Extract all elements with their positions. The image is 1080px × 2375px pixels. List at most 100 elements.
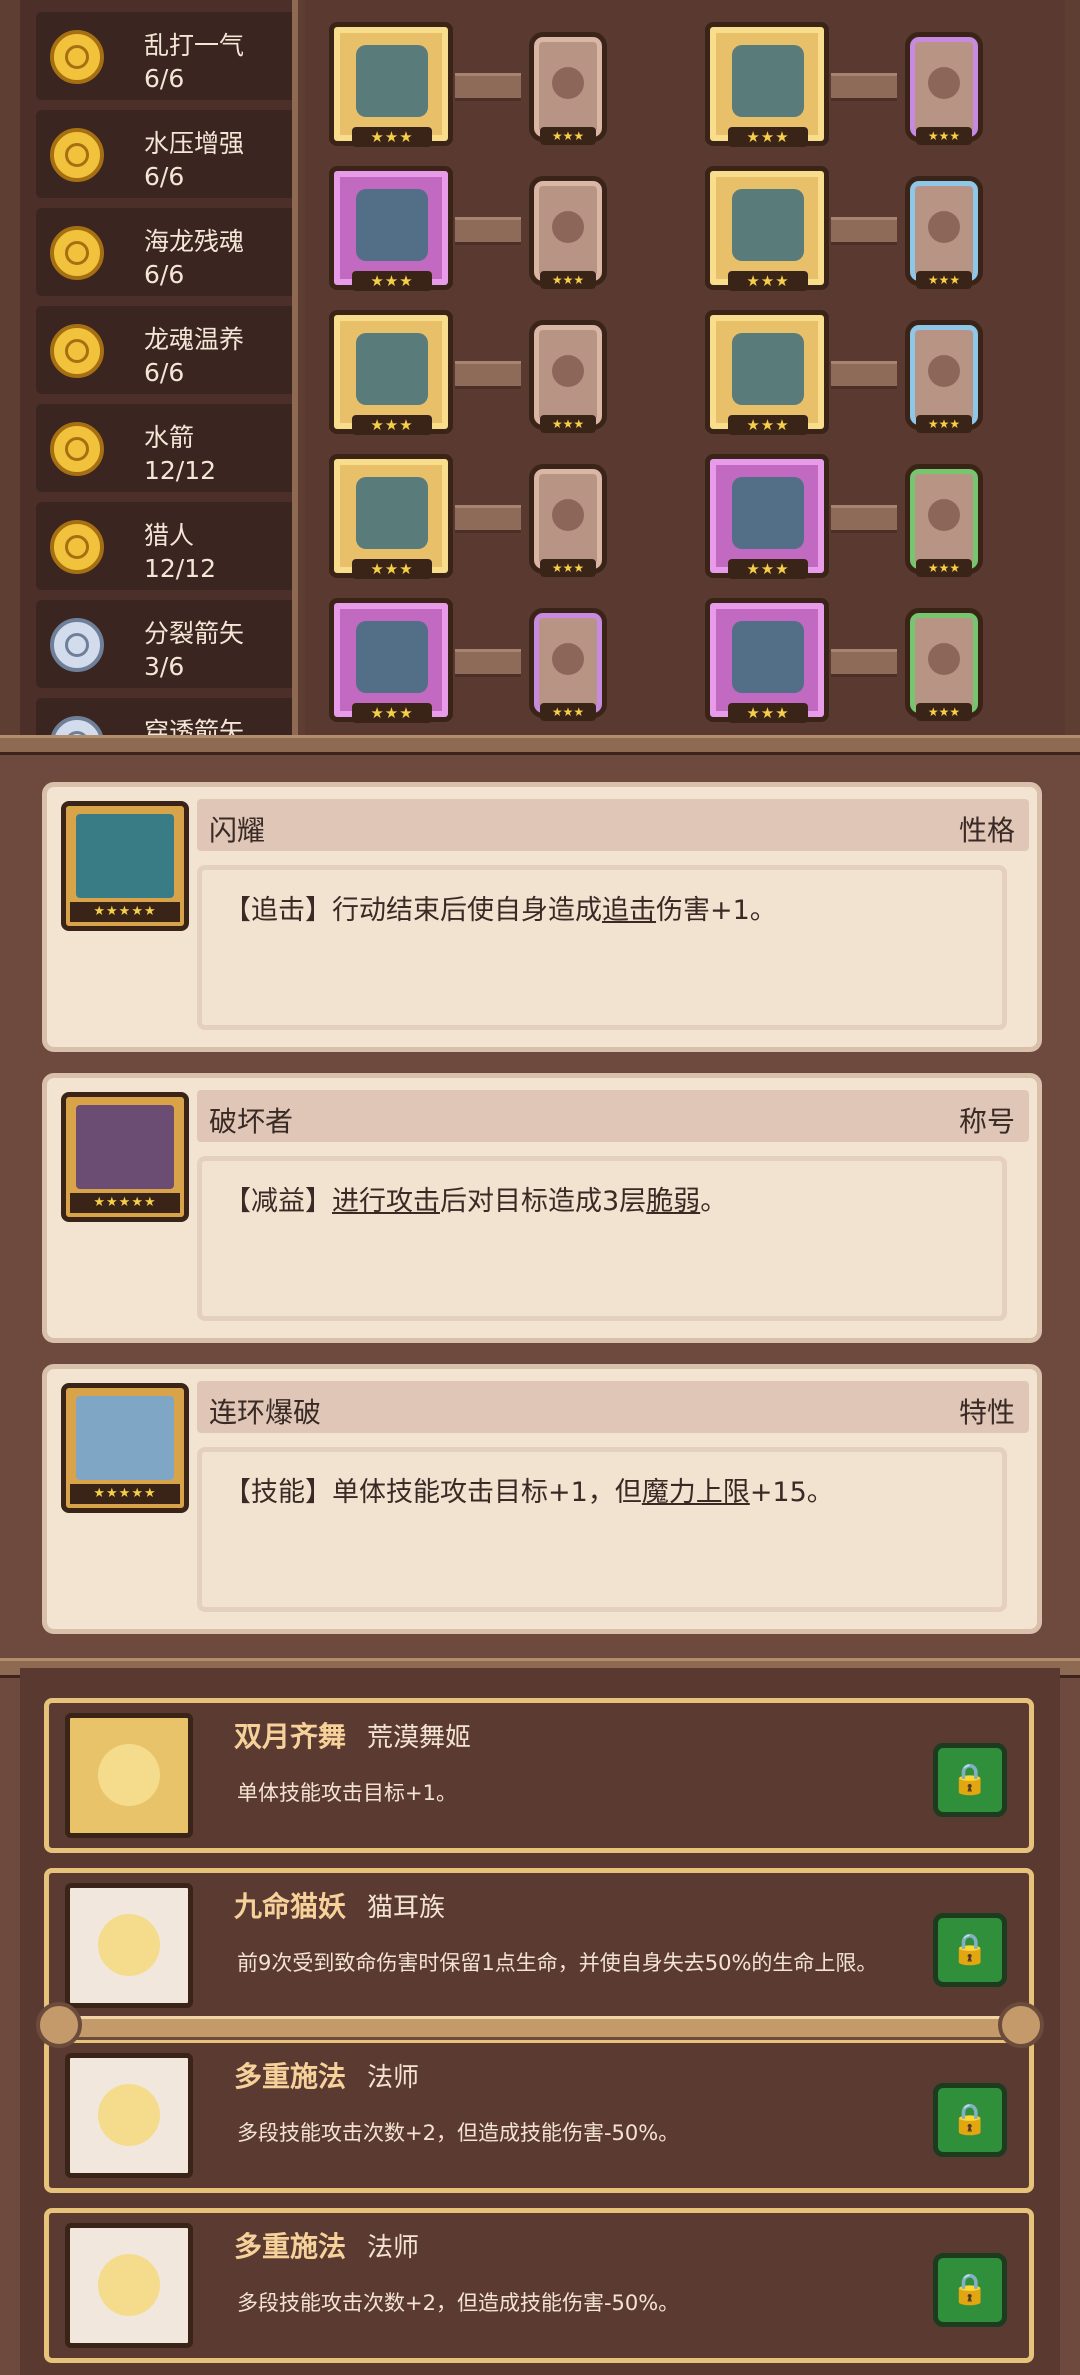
trait-header: 连环爆破 特性: [197, 1381, 1029, 1433]
arrow-icon[interactable]: ★★★: [329, 166, 453, 291]
card-stars: ★★★: [916, 271, 972, 289]
ring-disc-icon[interactable]: ★★★: [329, 454, 453, 579]
trait-header: 破坏者 称号: [197, 1090, 1029, 1142]
skill-item[interactable]: 龙魂温养 6/6: [36, 306, 292, 394]
necklace-icon[interactable]: ★★★: [329, 310, 453, 435]
buff-name: 九命猫妖: [234, 1890, 347, 1923]
keyword-link[interactable]: 追击: [602, 895, 656, 926]
trait-text: 。: [700, 1186, 728, 1217]
buff-item[interactable]: 多重施法 法师 多段技能攻击次数+2，但造成技能伤害-50%。 🔒: [44, 2038, 1034, 2193]
skill-item[interactable]: 水箭 12/12: [36, 404, 292, 492]
buff-name: 多重施法: [234, 2230, 347, 2263]
card-stars: ★★★: [540, 559, 596, 577]
skill-name: 水压增强: [144, 129, 245, 158]
trait-header: 闪耀 性格: [197, 799, 1029, 851]
buff-source: 猫耳族: [367, 1893, 446, 1923]
crossbow-icon[interactable]: ★★★: [329, 22, 453, 147]
portrait-face: [76, 1105, 174, 1189]
portrait-stars: ★★★★★: [70, 1484, 180, 1504]
card-stars: ★★★: [540, 703, 596, 721]
trait-card[interactable]: ★★★★★ 连环爆破 特性 【技能】单体技能攻击目标+1，但魔力上限+15。: [42, 1364, 1042, 1634]
equipment-card[interactable]: ★★★: [529, 320, 607, 433]
gold-coin-icon: [50, 520, 104, 574]
skill-count: 6/6: [144, 358, 185, 387]
item-link: [455, 361, 521, 389]
hero-portrait: ★★★★★: [61, 1383, 189, 1513]
item-link: [831, 649, 897, 677]
keyword-link[interactable]: 进行攻击: [332, 1186, 440, 1217]
skill-name: 海龙残魂: [144, 227, 245, 256]
equipment-card[interactable]: ★★★: [905, 32, 983, 145]
gold-coin-icon: [50, 324, 104, 378]
keyword-link[interactable]: 脆弱: [646, 1186, 700, 1217]
gold-coin-icon: [50, 226, 104, 280]
item-link: [831, 361, 897, 389]
equipment-card[interactable]: ★★★: [529, 32, 607, 145]
armor-vest-icon[interactable]: ★★★: [705, 166, 829, 291]
item-link: [831, 505, 897, 533]
lock-icon[interactable]: 🔒: [933, 2083, 1007, 2157]
item-link: [831, 217, 897, 245]
skill-item[interactable]: 猎人 12/12: [36, 502, 292, 590]
trait-card[interactable]: ★★★★★ 破坏者 称号 【减益】进行攻击后对目标造成3层脆弱。: [42, 1073, 1042, 1343]
trait-text: 行动结束后使自身造成: [332, 895, 602, 926]
buff-description: 多段技能攻击次数+2，但造成技能伤害-50%。: [237, 2291, 680, 2315]
trait-description: 【追击】行动结束后使自身造成追击伤害+1。: [224, 888, 777, 927]
equipment-card[interactable]: ★★★: [529, 608, 607, 721]
skill-item[interactable]: 水压增强 6/6: [36, 110, 292, 198]
skill-item[interactable]: 分裂箭矢 3/6: [36, 600, 292, 688]
equipment-card[interactable]: ★★★: [905, 320, 983, 433]
item-stars: ★★★: [352, 559, 432, 579]
buff-source: 法师: [367, 2063, 420, 2093]
trait-tag: 【追击】: [224, 895, 332, 926]
item-link: [455, 73, 521, 101]
buff-item[interactable]: 多重施法 法师 多段技能攻击次数+2，但造成技能伤害-50%。 🔒: [44, 2208, 1034, 2363]
goggles-icon[interactable]: ★★★: [705, 22, 829, 147]
item-link: [455, 649, 521, 677]
trait-card[interactable]: ★★★★★ 闪耀 性格 【追击】行动结束后使自身造成追击伤害+1。: [42, 782, 1042, 1052]
dark-ring-icon[interactable]: ★★★: [329, 598, 453, 723]
buff-description: 单体技能攻击目标+1。: [237, 1781, 457, 1805]
equipment-card[interactable]: ★★★: [529, 464, 607, 577]
skill-item[interactable]: 乱打一气 6/6: [36, 12, 292, 100]
flippers-icon[interactable]: ★★★: [705, 598, 829, 723]
magic-staff-icon: [65, 2053, 193, 2178]
trait-type: 特性: [958, 1396, 1015, 1429]
equipment-card[interactable]: ★★★: [905, 176, 983, 289]
lock-icon[interactable]: 🔒: [933, 1913, 1007, 1987]
skill-item[interactable]: 海龙残魂 6/6: [36, 208, 292, 296]
keyword-link[interactable]: 魔力上限: [642, 1477, 750, 1508]
item-stars: ★★★: [728, 703, 808, 723]
hero-portrait: ★★★★★: [61, 801, 189, 931]
item-link: [455, 505, 521, 533]
hero-portrait: ★★★★★: [61, 1092, 189, 1222]
buff-name: 双月齐舞: [234, 1720, 347, 1753]
skill-count: 3/6: [144, 652, 185, 681]
trait-text: 单体技能攻击目标+1，但: [332, 1477, 642, 1508]
shield-fragment-icon[interactable]: ★★★: [705, 310, 829, 435]
buff-panel: 双月齐舞 荒漠舞姬 单体技能攻击目标+1。 🔒 九命猫妖 猫耳族 前9次受到致命…: [20, 1668, 1060, 2375]
skill-count: 6/6: [144, 260, 185, 289]
card-stars: ★★★: [540, 415, 596, 433]
trait-body: 【追击】行动结束后使自身造成追击伤害+1。: [197, 865, 1007, 1030]
buff-item[interactable]: 双月齐舞 荒漠舞姬 单体技能攻击目标+1。 🔒: [44, 1698, 1034, 1853]
trait-title: 闪耀: [209, 814, 266, 847]
item-stars: ★★★: [352, 271, 432, 291]
equipment-card[interactable]: ★★★: [905, 464, 983, 577]
equipment-card[interactable]: ★★★: [529, 176, 607, 289]
trait-text: 伤害+1。: [656, 895, 777, 926]
buff-item[interactable]: 九命猫妖 猫耳族 前9次受到致命伤害时保留1点生命，并使自身失去50%的生命上限…: [44, 1868, 1034, 2023]
float-ring-icon[interactable]: ★★★: [705, 454, 829, 579]
trait-body: 【技能】单体技能攻击目标+1，但魔力上限+15。: [197, 1447, 1007, 1612]
skill-count: 12/12: [144, 554, 217, 583]
lock-icon[interactable]: 🔒: [933, 2253, 1007, 2327]
panel-divider: [0, 735, 1080, 755]
item-stars: ★★★: [352, 127, 432, 147]
magic-staff-icon: [65, 2223, 193, 2348]
skill-list[interactable]: 乱打一气 6/6 水压增强 6/6 海龙残魂 6/6 龙魂温养 6/6 水箭 1…: [20, 0, 298, 745]
portrait-stars: ★★★★★: [70, 1193, 180, 1213]
skill-count: 6/6: [144, 162, 185, 191]
lock-icon[interactable]: 🔒: [933, 1743, 1007, 1817]
equipment-card[interactable]: ★★★: [905, 608, 983, 721]
gold-coin-icon: [50, 422, 104, 476]
